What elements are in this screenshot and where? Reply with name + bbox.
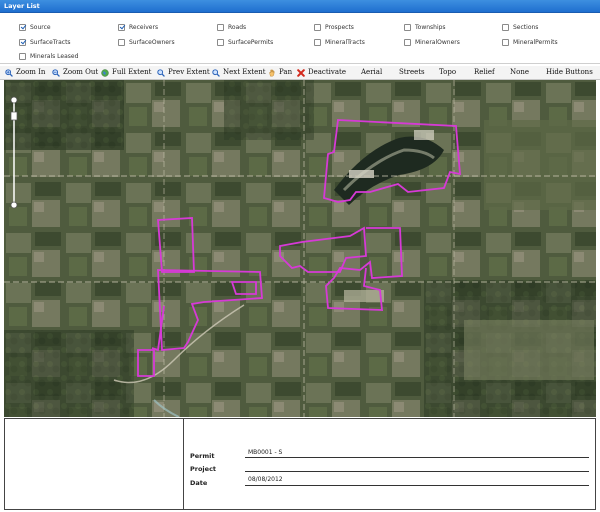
layer-toggle-mineralowners[interactable]: MineralOwners xyxy=(404,37,460,48)
topo-label: Topo xyxy=(439,68,457,76)
hide-buttons-label: Hide Buttons xyxy=(546,68,593,76)
project-label: Project xyxy=(190,465,217,473)
panel-divider xyxy=(183,419,184,509)
layer-toggle-mineraltracts[interactable]: MineralTracts xyxy=(314,37,365,48)
layer-list-panel: Source Receivers Roads Prospects Townshi… xyxy=(0,13,600,64)
zoom-in-button[interactable]: Zoom In xyxy=(5,66,45,79)
hand-icon xyxy=(269,68,275,76)
full-extent-button[interactable]: Full Extent xyxy=(101,66,151,79)
magnifier-minus-icon xyxy=(52,68,60,77)
next-extent-label: Next Extent xyxy=(223,68,266,76)
layer-toggle-receivers[interactable]: Receivers xyxy=(118,22,158,33)
basemap-topo-button[interactable]: Topo xyxy=(439,66,456,79)
permit-info-panel: Permit MB0001 - S Project Date 08/08/201… xyxy=(4,418,596,510)
layer-label-receivers: Receivers xyxy=(129,24,159,31)
prev-extent-button[interactable]: Prev Extent xyxy=(157,66,210,79)
layer-toggle-minerals-leased[interactable]: Minerals Leased xyxy=(19,51,78,62)
none-label: None xyxy=(510,68,529,76)
red-x-icon xyxy=(297,68,305,77)
basemap-relief-button[interactable]: Relief xyxy=(474,66,495,79)
basemap-none-button[interactable]: None xyxy=(510,66,529,79)
magnifier-forward-icon xyxy=(212,68,220,77)
full-extent-label: Full Extent xyxy=(112,68,152,76)
prev-extent-label: Prev Extent xyxy=(168,68,210,76)
map-toolbar: Zoom In Zoom Out Full Extent Prev Extent… xyxy=(0,66,600,80)
layer-label-source: Source xyxy=(30,24,51,31)
basemap-streets-button[interactable]: Streets xyxy=(399,66,425,79)
layer-label-minerals-leased: Minerals Leased xyxy=(30,53,79,60)
date-value: 08/08/2012 xyxy=(248,476,283,483)
checkbox-minerals-leased[interactable] xyxy=(19,53,26,60)
magnifier-back-icon xyxy=(157,68,165,77)
layer-label-surfacetracts: SurfaceTracts xyxy=(30,39,71,46)
checkbox-townships[interactable] xyxy=(404,24,411,31)
permit-value: MB0001 - S xyxy=(248,449,283,456)
aerial-imagery xyxy=(4,80,596,417)
streets-label: Streets xyxy=(399,68,425,76)
checkbox-surfacepermits[interactable] xyxy=(217,39,224,46)
layer-toggle-surfacepermits[interactable]: SurfacePermits xyxy=(217,37,273,48)
aerial-map-view[interactable] xyxy=(4,80,596,417)
hide-buttons-button[interactable]: Hide Buttons xyxy=(546,66,593,79)
layer-label-mineralowners: MineralOwners xyxy=(415,39,460,46)
aerial-label: Aerial xyxy=(361,68,383,76)
layer-toggle-surfaceowners[interactable]: SurfaceOwners xyxy=(118,37,175,48)
checkbox-mineralowners[interactable] xyxy=(404,39,411,46)
checkbox-mineralpermits[interactable] xyxy=(502,39,509,46)
checkbox-surfaceowners[interactable] xyxy=(118,39,125,46)
zoom-out-button[interactable]: Zoom Out xyxy=(52,66,98,79)
layer-label-roads: Roads xyxy=(228,24,247,31)
deactivate-label: Deactivate xyxy=(308,68,346,76)
checkbox-source[interactable] xyxy=(19,24,26,31)
layer-toggle-mineralpermits[interactable]: MineralPermits xyxy=(502,37,558,48)
checkbox-sections[interactable] xyxy=(502,24,509,31)
layer-label-mineraltracts: MineralTracts xyxy=(325,39,365,46)
layer-toggle-sections[interactable]: Sections xyxy=(502,22,538,33)
checkbox-prospects[interactable] xyxy=(314,24,321,31)
zoom-out-label: Zoom Out xyxy=(63,68,99,76)
checkbox-mineraltracts[interactable] xyxy=(314,39,321,46)
project-underline xyxy=(245,471,589,472)
checkbox-surfacetracts[interactable] xyxy=(19,39,26,46)
layer-label-prospects: Prospects xyxy=(325,24,354,31)
basemap-aerial-button[interactable]: Aerial xyxy=(361,66,382,79)
zoom-in-label: Zoom In xyxy=(16,68,46,76)
permit-label: Permit xyxy=(190,452,215,460)
relief-label: Relief xyxy=(474,68,495,76)
permit-underline xyxy=(245,457,589,458)
deactivate-button[interactable]: Deactivate xyxy=(297,66,346,79)
layer-label-sections: Sections xyxy=(513,24,539,31)
layer-toggle-roads[interactable]: Roads xyxy=(217,22,246,33)
magnifier-plus-icon xyxy=(5,68,13,77)
checkbox-roads[interactable] xyxy=(217,24,224,31)
checkbox-receivers[interactable] xyxy=(118,24,125,31)
next-extent-button[interactable]: Next Extent xyxy=(212,66,266,79)
layer-toggle-source[interactable]: Source xyxy=(19,22,51,33)
layer-list-title: Layer List xyxy=(4,2,40,10)
layer-label-surfacepermits: SurfacePermits xyxy=(228,39,274,46)
date-label: Date xyxy=(190,479,208,487)
pan-label: Pan xyxy=(279,68,293,76)
layer-label-townships: Townships xyxy=(415,24,446,31)
layer-list-header: Layer List xyxy=(0,0,600,13)
globe-icon xyxy=(101,68,109,77)
layer-label-surfaceowners: SurfaceOwners xyxy=(129,39,175,46)
layer-toggle-prospects[interactable]: Prospects xyxy=(314,22,354,33)
pan-button[interactable]: Pan xyxy=(268,66,292,79)
layer-label-mineralpermits: MineralPermits xyxy=(513,39,558,46)
layer-toggle-townships[interactable]: Townships xyxy=(404,22,446,33)
layer-toggle-surfacetracts[interactable]: SurfaceTracts xyxy=(19,37,71,48)
date-underline xyxy=(245,485,589,486)
